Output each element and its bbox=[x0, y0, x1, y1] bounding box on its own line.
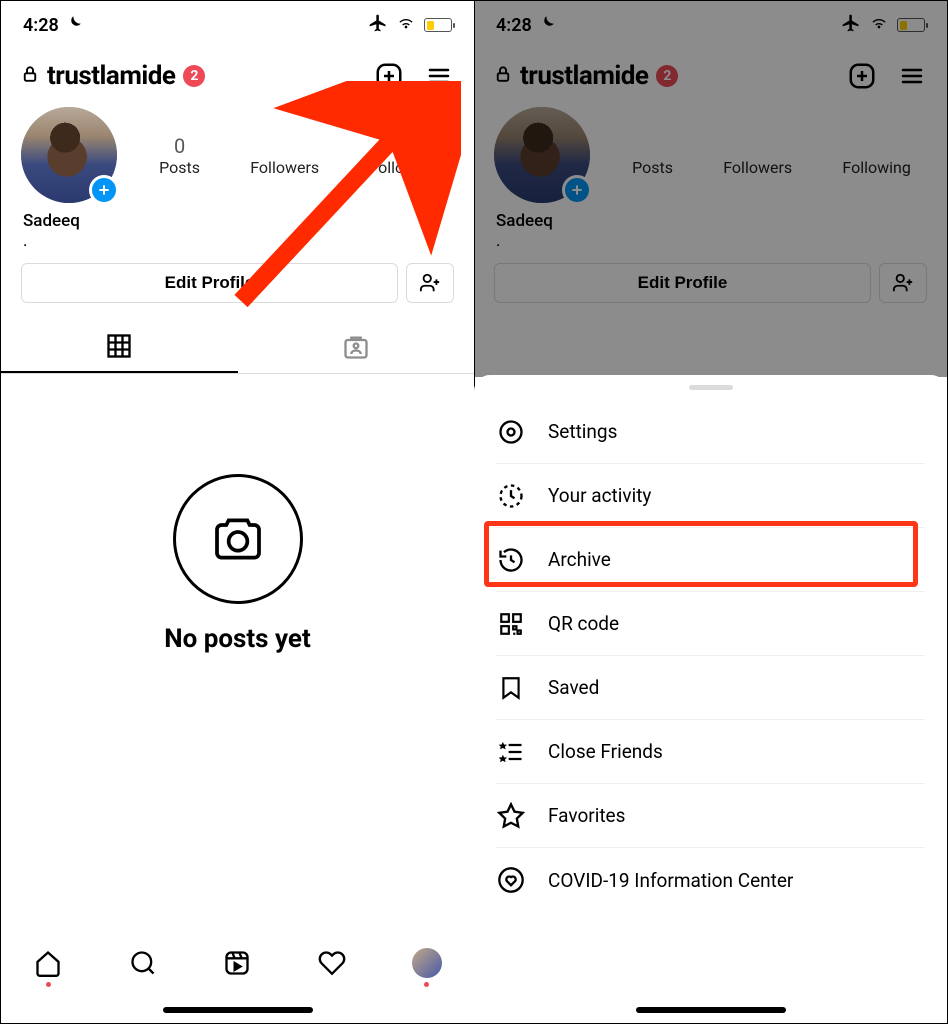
menu-close-friends[interactable]: Close Friends bbox=[496, 720, 925, 784]
menu-your-activity[interactable]: Your activity bbox=[496, 464, 925, 528]
qr-icon bbox=[496, 609, 526, 639]
airplane-icon bbox=[368, 13, 388, 38]
notification-badge: 2 bbox=[183, 65, 205, 87]
lock-icon bbox=[21, 63, 39, 89]
archive-icon bbox=[496, 545, 526, 575]
clock-icon bbox=[496, 481, 526, 511]
bio-text: . bbox=[1, 231, 474, 247]
display-name: Sadeeq bbox=[1, 203, 474, 231]
tab-grid[interactable] bbox=[1, 325, 238, 373]
phone-screenshot-right: 4:28 bbox=[474, 1, 947, 1023]
nav-profile[interactable] bbox=[411, 947, 443, 979]
menu-qr-code[interactable]: QR code bbox=[496, 592, 925, 656]
wifi-icon bbox=[396, 15, 416, 36]
create-button[interactable] bbox=[374, 61, 404, 91]
star-icon bbox=[496, 801, 526, 831]
nav-avatar-icon bbox=[412, 948, 442, 978]
followers-stat[interactable]: Followers bbox=[250, 134, 319, 177]
heart-circle-icon bbox=[496, 865, 526, 895]
status-bar: 4:28 bbox=[1, 1, 474, 49]
phone-screenshot-left: 4:28 trustlamide 2 bbox=[1, 1, 474, 1023]
avatar[interactable] bbox=[21, 107, 117, 203]
status-time: 4:28 bbox=[23, 15, 59, 36]
profile-header: trustlamide 2 bbox=[1, 49, 474, 97]
discover-people-button[interactable] bbox=[406, 263, 454, 303]
tagged-icon bbox=[342, 333, 370, 365]
nav-activity[interactable] bbox=[316, 947, 348, 979]
camera-icon bbox=[173, 474, 303, 604]
menu-sheet: Settings Your activity Archive bbox=[474, 375, 947, 1023]
dim-overlay[interactable] bbox=[474, 1, 947, 377]
add-story-icon bbox=[89, 175, 119, 205]
no-posts-label: No posts yet bbox=[164, 624, 311, 654]
empty-posts: No posts yet bbox=[1, 374, 474, 654]
grid-icon bbox=[105, 332, 133, 364]
username-dropdown[interactable]: trustlamide 2 bbox=[21, 61, 205, 91]
moon-icon bbox=[65, 14, 83, 37]
menu-favorites[interactable]: Favorites bbox=[496, 784, 925, 848]
sheet-handle[interactable] bbox=[689, 385, 733, 390]
posts-stat[interactable]: 0 Posts bbox=[159, 134, 200, 177]
username-label: trustlamide bbox=[47, 61, 175, 91]
edit-profile-button[interactable]: Edit Profile bbox=[21, 263, 398, 303]
menu-button[interactable] bbox=[424, 61, 454, 91]
battery-icon bbox=[424, 18, 452, 32]
nav-reels[interactable] bbox=[221, 947, 253, 979]
list-star-icon bbox=[496, 737, 526, 767]
nav-search[interactable] bbox=[127, 947, 159, 979]
home-indicator bbox=[636, 1007, 786, 1013]
bookmark-icon bbox=[496, 673, 526, 703]
gear-icon bbox=[496, 417, 526, 447]
menu-settings[interactable]: Settings bbox=[496, 400, 925, 464]
tab-tagged[interactable] bbox=[238, 325, 475, 373]
following-stat[interactable]: Following bbox=[369, 134, 437, 177]
menu-covid[interactable]: COVID-19 Information Center bbox=[496, 848, 925, 912]
menu-saved[interactable]: Saved bbox=[496, 656, 925, 720]
home-indicator bbox=[163, 1007, 313, 1013]
nav-home[interactable] bbox=[32, 947, 64, 979]
menu-archive[interactable]: Archive bbox=[496, 528, 925, 592]
bottom-nav bbox=[1, 933, 474, 1023]
